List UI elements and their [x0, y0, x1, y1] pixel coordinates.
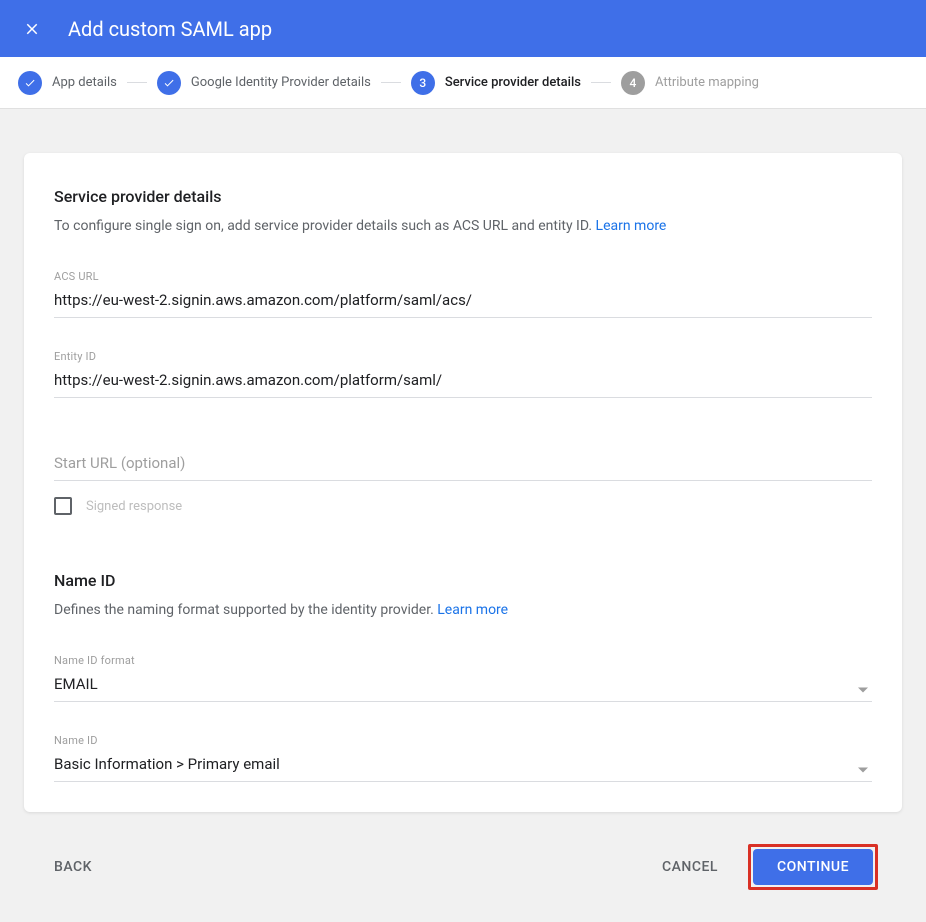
learn-more-link[interactable]: Learn more	[596, 218, 667, 234]
signed-response-row: Signed response	[54, 497, 872, 515]
entity-id-field-group: Entity ID	[54, 350, 872, 398]
footer-right: CANCEL CONTINUE	[656, 844, 878, 890]
name-id-format-group: Name ID format EMAIL	[54, 654, 872, 702]
step-attribute-mapping[interactable]: 4 Attribute mapping	[621, 71, 759, 95]
signed-response-label: Signed response	[86, 499, 182, 514]
step-label: Google Identity Provider details	[191, 75, 371, 90]
description-text: Defines the naming format supported by t…	[54, 602, 437, 618]
header-title: Add custom SAML app	[68, 17, 272, 41]
step-label: App details	[52, 75, 117, 90]
cancel-button[interactable]: CANCEL	[656, 851, 724, 883]
section-title-name-id: Name ID	[54, 571, 872, 590]
step-service-provider[interactable]: 3 Service provider details	[411, 71, 581, 95]
continue-button[interactable]: CONTINUE	[753, 849, 873, 885]
form-card: Service provider details To configure si…	[24, 153, 902, 812]
step-divider	[127, 82, 147, 83]
check-icon	[157, 71, 181, 95]
name-id-field-group: Name ID Basic Information > Primary emai…	[54, 734, 872, 782]
start-url-input[interactable]	[54, 450, 872, 481]
signed-response-checkbox[interactable]	[54, 497, 72, 515]
acs-url-label: ACS URL	[54, 270, 872, 283]
name-id-section: Name ID Defines the naming format suppor…	[54, 571, 872, 782]
main-content: Service provider details To configure si…	[0, 109, 926, 922]
name-id-label: Name ID	[54, 734, 872, 747]
section-description-name-id: Defines the naming format supported by t…	[54, 602, 872, 618]
continue-highlight: CONTINUE	[748, 844, 878, 890]
step-number: 3	[411, 71, 435, 95]
section-description: To configure single sign on, add service…	[54, 218, 872, 234]
step-app-details[interactable]: App details	[18, 71, 117, 95]
step-divider	[381, 82, 401, 83]
acs-url-input[interactable]	[54, 287, 872, 318]
section-title-service-provider: Service provider details	[54, 187, 872, 206]
footer-buttons: BACK CANCEL CONTINUE	[24, 812, 902, 922]
entity-id-label: Entity ID	[54, 350, 872, 363]
acs-url-field-group: ACS URL	[54, 270, 872, 318]
close-icon	[23, 20, 41, 38]
close-button[interactable]	[20, 17, 44, 41]
name-id-format-label: Name ID format	[54, 654, 872, 667]
step-number: 4	[621, 71, 645, 95]
step-label: Attribute mapping	[655, 75, 759, 90]
step-label: Service provider details	[445, 75, 581, 90]
step-identity-provider[interactable]: Google Identity Provider details	[157, 71, 371, 95]
learn-more-link[interactable]: Learn more	[437, 602, 508, 618]
header-bar: Add custom SAML app	[0, 0, 926, 57]
description-text: To configure single sign on, add service…	[54, 218, 596, 234]
check-icon	[18, 71, 42, 95]
entity-id-input[interactable]	[54, 367, 872, 398]
start-url-field-group	[54, 450, 872, 481]
back-button[interactable]: BACK	[48, 851, 98, 883]
name-id-select[interactable]: Basic Information > Primary email	[54, 751, 872, 782]
name-id-format-select[interactable]: EMAIL	[54, 671, 872, 702]
step-divider	[591, 82, 611, 83]
stepper: App details Google Identity Provider det…	[0, 57, 926, 109]
